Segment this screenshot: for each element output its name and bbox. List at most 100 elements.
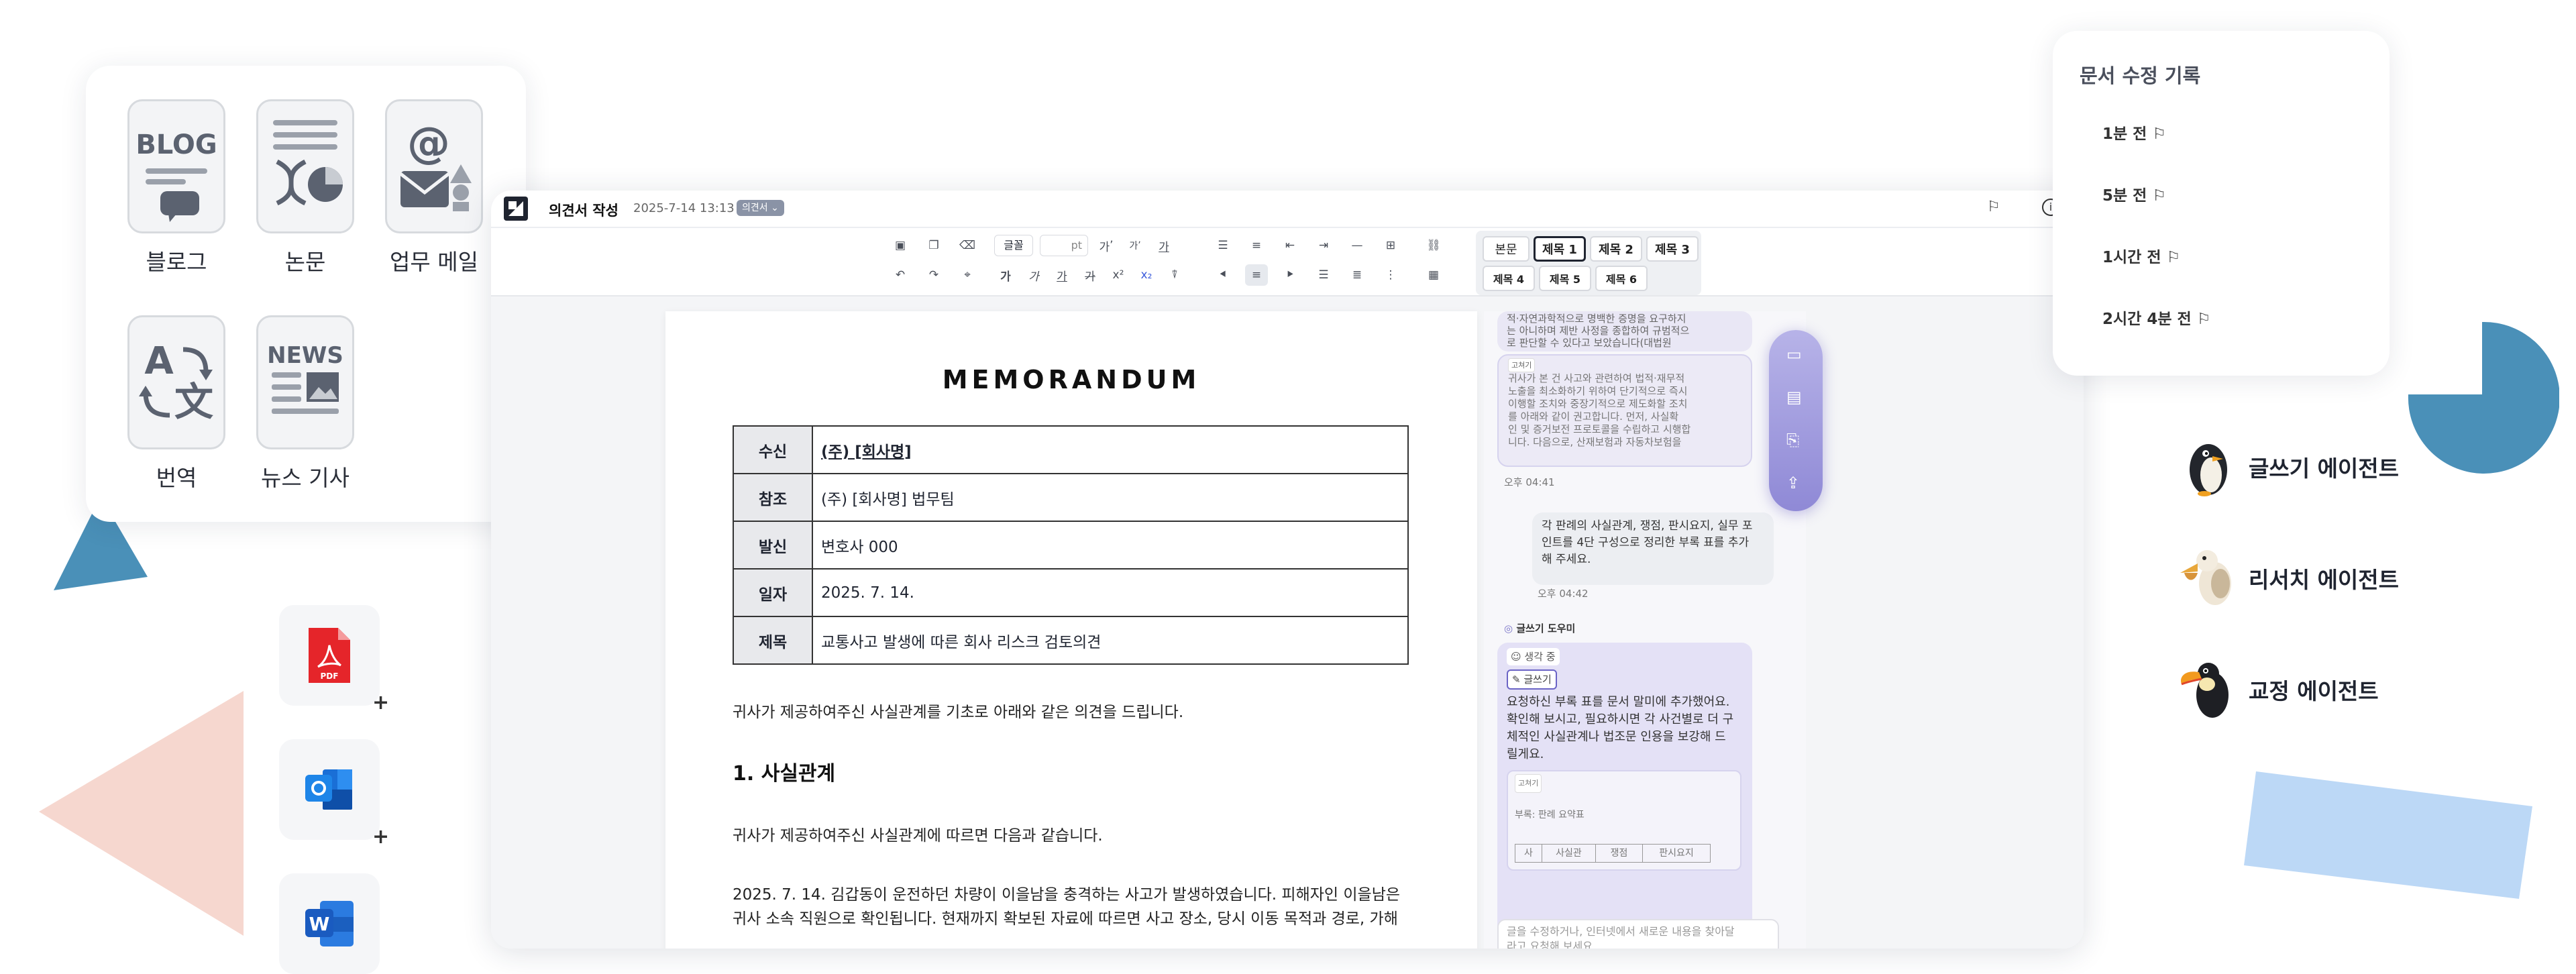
style-body-button[interactable]: 본문 [1483,236,1529,262]
italic-button[interactable]: 가 [1022,264,1045,286]
app-tile-blog[interactable]: BLOG [127,99,225,233]
list-options-icon[interactable]: ⋮ [1379,264,1402,286]
revision-history-title: 문서 수정 기록 [2080,64,2201,87]
ordered-list-icon[interactable]: ☰ [1212,235,1234,256]
pelican-icon [2180,550,2231,605]
app-tile-paper[interactable] [256,99,354,233]
paper-icon [273,120,343,206]
style-heading1-button[interactable]: 제목 1 [1534,236,1586,262]
section-intro-paragraph: 귀사가 제공하여주신 사실관계에 따르면 다음과 같습니다. [733,827,1103,845]
highlight-icon[interactable]: ⍒ [1163,264,1186,286]
revision-history-item[interactable]: 1시간 전 ⚐ [2102,244,2180,267]
bold-button[interactable]: 가 [994,264,1017,286]
blue-bar-decoration [2244,771,2532,899]
undo-icon[interactable]: ↶ [889,264,912,286]
strikethrough-button[interactable]: 가 [1079,264,1102,286]
add-outlook-icon[interactable]: + [372,825,389,849]
export-document-icon[interactable]: ⎘ [1786,431,1799,449]
app-label-paper: 논문 [284,249,326,275]
app-launcher-card: BLOG 블로그 논문 @ 업무 메일 A 文 번역 NEWS 뉴스 기사 [86,66,526,522]
increase-font-size-button[interactable]: 가ʼ [1095,235,1118,256]
copy-icon[interactable]: ❐ [922,235,945,256]
indent-icon[interactable]: ⇥ [1312,235,1335,256]
app-label-blog: 블로그 [146,249,207,275]
floating-action-bar: ▭ ▤ ⎘ ⇪ [1769,330,1823,511]
revision-history-item[interactable]: 1분 전 ⚐ [2102,121,2166,144]
chat-timestamp: 오후 04:41 [1504,476,1555,488]
app-label-translate: 번역 [156,465,197,491]
superscript-button[interactable]: x² [1107,264,1130,286]
table-row: 제목 교통사고 발생에 따른 회사 리스크 검토의견 [733,616,1409,665]
document-datetime: 2025-7-14 13:13 [633,201,735,215]
insert-table-icon[interactable]: ▦ [1422,264,1445,286]
chat-snippet: 적·자연과학적으로 명백한 증명을 요구하지 는 아니하며 제반 사정을 종합하여… [1497,311,1752,351]
blue-circle-decoration [2408,321,2559,474]
style-heading4-button[interactable]: 제목 4 [1483,266,1535,291]
align-center-icon[interactable]: ≡ [1245,264,1268,286]
word-file-tile[interactable]: W [279,873,380,974]
clear-format-icon[interactable]: ⌫ [956,235,979,256]
save-icon[interactable]: ▣ [889,235,912,256]
folder-icon[interactable]: ▭ [1786,345,1802,364]
table-row: 수신 (주) [회사명] [733,425,1409,474]
align-right-icon[interactable]: ⯈ [1279,264,1301,286]
chat-document-snippet[interactable]: 고쳐기 부록: 판례 요약표 사 사실관 쟁점 판시요지 [1507,770,1741,871]
grid-icon[interactable]: ⊞ [1379,235,1402,256]
proofreading-agent-label: 교정 에이전트 [2249,678,2379,704]
line-spacing-icon[interactable]: ≣ [1346,264,1368,286]
format-painter-icon[interactable]: ⌖ [956,264,979,286]
intro-paragraph: 귀사가 제공하여주신 사실관계를 기초로 아래와 같은 의견을 드립니다. [733,704,1184,721]
redo-icon[interactable]: ↷ [922,264,945,286]
formatting-toolbar: ▣ ❐ ⌫ 글꼴 pt 가ʼ 가ʼ 가 ☰ ≡ ⇤ ⇥ — ⊞ ⛓ ↶ ↷ ⌖ … [491,228,2084,296]
flag-icon: ⚐ [2166,249,2181,266]
share-icon[interactable]: ⇪ [1786,474,1800,492]
document-type-badge[interactable]: 의견서 ⌄ [737,200,784,216]
flag-icon: ⚐ [2152,187,2166,205]
document-page[interactable]: MEMORANDUM 수신 (주) [회사명] 참조 (주) [회사명] 법무팀 발… [665,311,1477,949]
app-tile-translate[interactable]: A 文 [127,315,225,449]
mail-icon: @ [399,119,472,211]
app-label-news: 뉴스 기사 [261,465,350,491]
flag-icon[interactable]: ⚐ [1987,199,2000,215]
app-tile-news[interactable]: NEWS [256,315,354,449]
decrease-font-size-button[interactable]: 가ʼ [1124,235,1146,256]
fact-paragraph-line: 2025. 7. 14. 김갑동이 운전하던 차량이 이을남을 충격하는 사고가… [733,886,1401,904]
document-icon[interactable]: ▤ [1786,388,1802,407]
editor-window: 의견서 작성 2025-7-14 13:13 의견서 ⌄ ⚐ i ▣ ❐ ⌫ 글… [491,191,2084,949]
proofreading-agent[interactable]: 교정 에이전트 [2178,653,2406,720]
research-agent[interactable]: 리서치 에이전트 [2178,542,2406,609]
section-heading: 1. 사실관계 [733,762,836,786]
outlook-icon [305,769,352,810]
table-row: 참조 (주) [회사명] 법무팀 [733,473,1409,522]
outlook-file-tile[interactable] [279,739,380,840]
bullet-list-icon[interactable]: ≡ [1245,235,1268,256]
style-heading6-button[interactable]: 제목 6 [1595,266,1648,291]
style-heading5-button[interactable]: 제목 5 [1539,266,1591,291]
title-bar: 의견서 작성 2025-7-14 13:13 의견서 ⌄ ⚐ i [491,191,2084,228]
outdent-icon[interactable]: ⇤ [1279,235,1301,256]
toucan-icon [2181,663,2229,718]
text-color-icon[interactable]: 가 [1152,235,1175,256]
font-size-input[interactable]: pt [1040,235,1088,256]
subscript-button[interactable]: x₂ [1135,264,1158,286]
app-tile-mail[interactable]: @ [385,99,483,233]
pdf-file-tile[interactable]: PDF [279,605,380,706]
news-icon: NEWS [267,342,343,414]
style-heading3-button[interactable]: 제목 3 [1646,236,1699,262]
chat-document-snippet[interactable]: 고쳐기 귀사가 본 건 사고와 관련하여 법적·재무적 노출을 최소화하기 위하여… [1497,354,1752,467]
chat-input[interactable]: 글을 수정하거나, 인터넷에서 새로운 내용을 찾아달 라고 요청해 보세요 [1497,919,1779,949]
font-family-select[interactable]: 글꼴 [994,235,1033,256]
thinking-status[interactable]: ☺ 생각 중 [1507,648,1560,665]
style-heading2-button[interactable]: 제목 2 [1590,236,1642,262]
writing-agent-label: 글쓰기 에이전트 [2249,455,2400,482]
link-icon[interactable]: ⛓ [1422,235,1445,256]
add-pdf-icon[interactable]: + [372,691,389,714]
revision-history-item[interactable]: 2시간 4분 전 ⚐ [2102,306,2210,329]
revision-history-item[interactable]: 5분 전 ⚐ [2102,182,2166,205]
writing-agent[interactable]: 글쓰기 에이전트 [2178,431,2406,498]
align-left-icon[interactable]: ⯇ [1212,264,1234,286]
underline-button[interactable]: 가 [1051,264,1073,286]
triangle-pink-decoration [39,691,244,936]
align-justify-icon[interactable]: ☰ [1312,264,1335,286]
horizontal-rule-icon[interactable]: — [1346,235,1368,256]
